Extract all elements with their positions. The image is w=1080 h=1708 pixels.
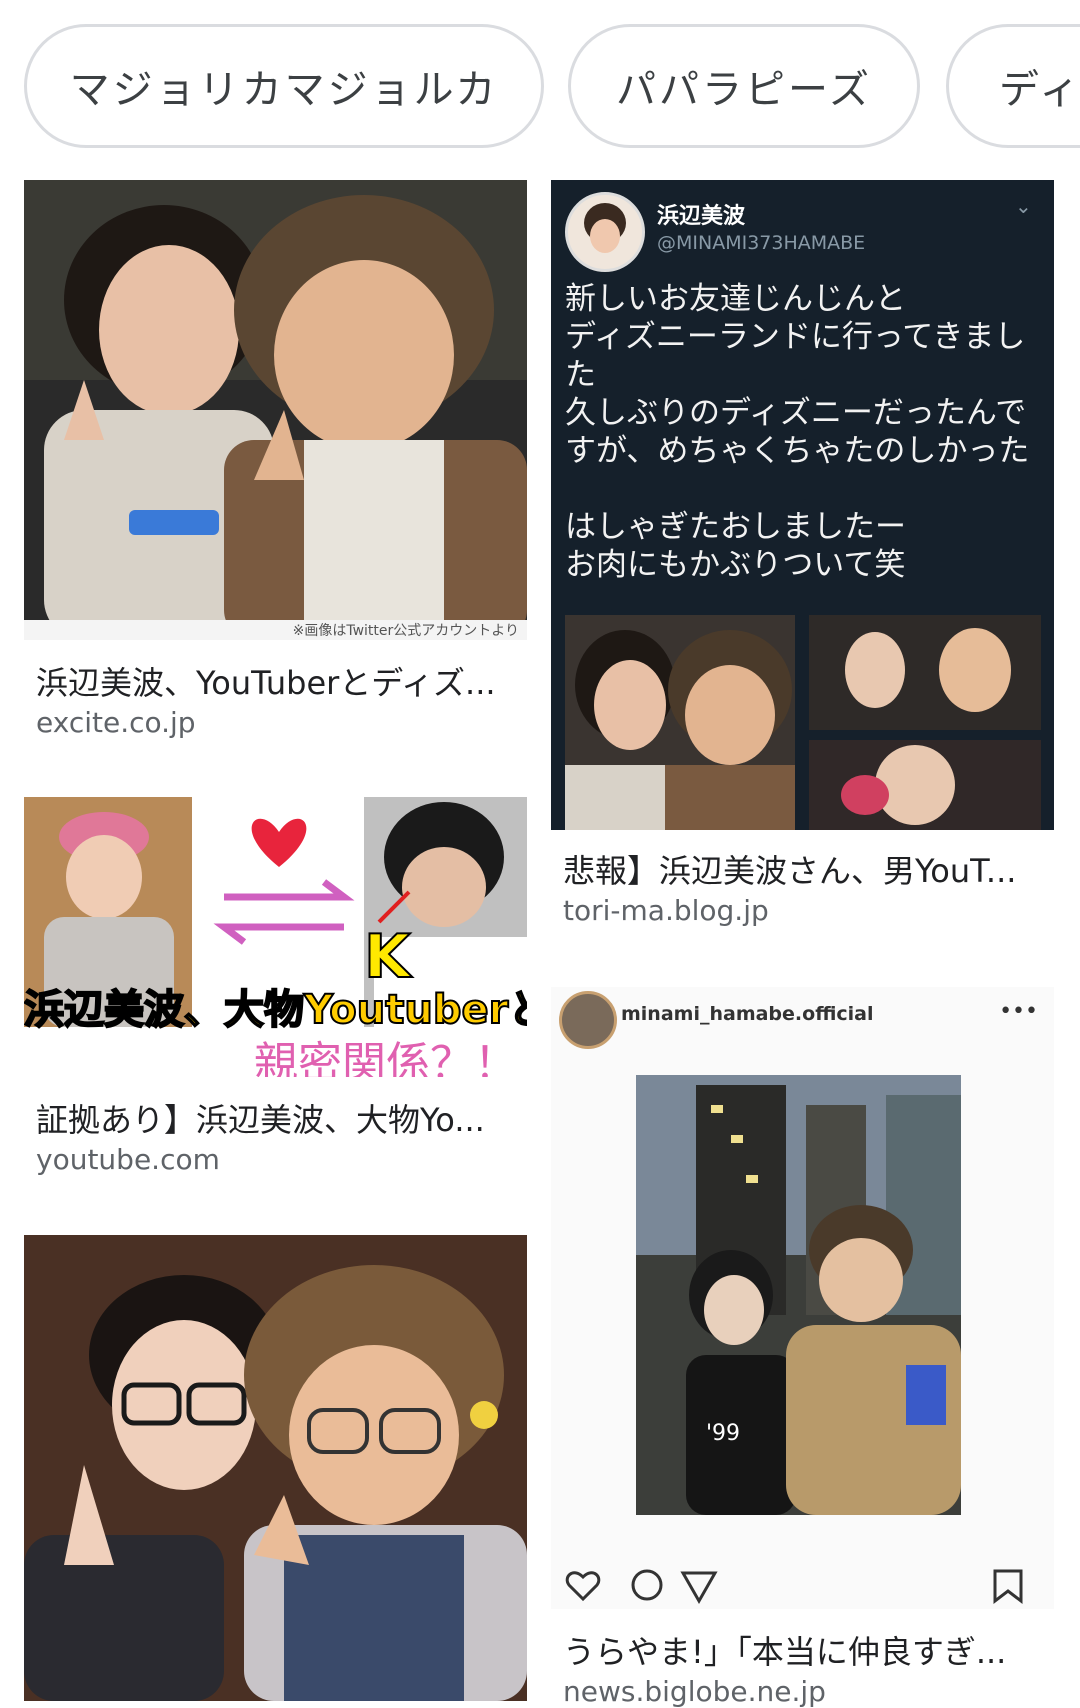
result-source: news.biglobe.ne.jp xyxy=(563,1675,826,1708)
result-image-youtube[interactable]: K 浜辺美波、大物Youtuberと 親密関係？！ xyxy=(24,797,527,1077)
share-icon[interactable] xyxy=(680,1571,718,1605)
result-title[interactable]: 浜辺美波、YouTuberとディズ... xyxy=(36,658,526,704)
chip-majolica[interactable]: マジョリカマジョルカ xyxy=(24,24,544,148)
result-image-instagram[interactable]: minami_hamabe.official ••• '99 xyxy=(551,987,1054,1609)
more-icon[interactable]: ••• xyxy=(999,999,1038,1024)
result-image-excite[interactable]: ※画像はTwitter公式アカウントより xyxy=(24,180,527,640)
result-card-youtube[interactable]: K 浜辺美波、大物Youtuberと 親密関係？！ 証拠あり】浜辺美波、大物Yo… xyxy=(24,797,527,1187)
chevron-down-icon: ⌄ xyxy=(1015,194,1032,218)
tweet-handle: @MINAMI373HAMABE xyxy=(657,232,866,254)
result-card-partial[interactable] xyxy=(24,1235,527,1701)
result-image-partial[interactable] xyxy=(24,1235,527,1701)
insta-photo: '99 xyxy=(636,1075,961,1515)
exchange-arrows-icon xyxy=(213,879,355,945)
result-image-tweet[interactable]: 浜辺美波 @MINAMI373HAMABE ⌄ 新しいお友達じんじんと ディズニ… xyxy=(551,180,1054,830)
heart-icon xyxy=(251,818,307,867)
result-card-excite[interactable]: ※画像はTwitter公式アカウントより 浜辺美波、YouTuberとディズ..… xyxy=(24,180,527,750)
chip-papalapies[interactable]: パパラピーズ xyxy=(568,24,920,148)
result-title[interactable]: うらやま!」「本当に仲良すぎ... xyxy=(563,1627,1053,1673)
heart-icon[interactable] xyxy=(565,1571,601,1602)
bookmark-icon[interactable] xyxy=(993,1569,1023,1605)
image-caption-2: 親密関係？！ xyxy=(254,1038,518,1077)
result-source: tori-ma.blog.jp xyxy=(563,894,769,927)
shirt-text: '99 xyxy=(706,1421,740,1446)
result-card-torima[interactable]: 浜辺美波 @MINAMI373HAMABE ⌄ 新しいお友達じんじんと ディズニ… xyxy=(551,180,1054,940)
result-title[interactable]: 証拠あり】浜辺美波、大物Yo... xyxy=(36,1095,526,1141)
chip-dei[interactable]: ディ xyxy=(946,24,1080,148)
result-source: excite.co.jp xyxy=(36,706,196,739)
avatar xyxy=(565,192,645,272)
result-source: youtube.com xyxy=(36,1143,220,1176)
tweet-photo-grid xyxy=(565,615,1041,830)
insta-username: minami_hamabe.official xyxy=(621,1003,874,1025)
filter-chips-row: マジョリカマジョルカ パパラピーズ ディ xyxy=(0,0,1080,160)
tweet-text: 新しいお友達じんじんと ディズニーランドに行ってきまし た 久しぶりのディズニー… xyxy=(565,281,1030,583)
result-card-biglobe[interactable]: minami_hamabe.official ••• '99 うらやま!」「本当… xyxy=(551,987,1054,1708)
image-watermark: ※画像はTwitter公式アカウントより xyxy=(293,623,519,639)
comment-icon[interactable] xyxy=(631,1569,663,1601)
tweet-name: 浜辺美波 xyxy=(657,204,746,229)
avatar xyxy=(559,991,617,1049)
result-title[interactable]: 悲報】浜辺美波さん、男YouT... xyxy=(563,846,1053,892)
